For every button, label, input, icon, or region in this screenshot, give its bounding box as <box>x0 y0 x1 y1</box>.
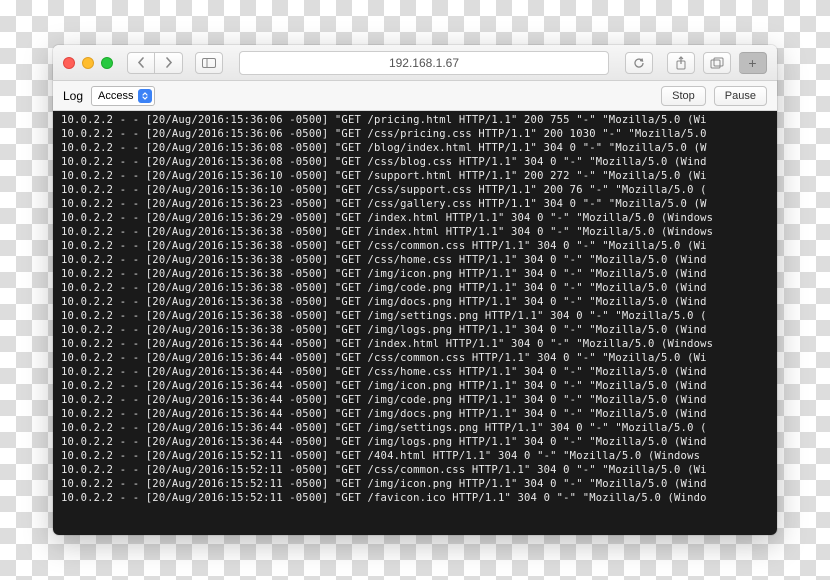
back-button[interactable] <box>127 52 155 74</box>
log-line: 10.0.2.2 - - [20/Aug/2016:15:36:44 -0500… <box>61 351 769 365</box>
pause-button[interactable]: Pause <box>714 86 767 106</box>
log-line: 10.0.2.2 - - [20/Aug/2016:15:36:38 -0500… <box>61 253 769 267</box>
log-line: 10.0.2.2 - - [20/Aug/2016:15:36:38 -0500… <box>61 309 769 323</box>
log-line: 10.0.2.2 - - [20/Aug/2016:15:52:11 -0500… <box>61 491 769 505</box>
plus-icon: + <box>748 56 756 70</box>
chevron-updown-icon <box>138 89 152 103</box>
reload-button[interactable] <box>625 52 653 74</box>
log-line: 10.0.2.2 - - [20/Aug/2016:15:52:11 -0500… <box>61 463 769 477</box>
share-button[interactable] <box>667 52 695 74</box>
log-line: 10.0.2.2 - - [20/Aug/2016:15:36:44 -0500… <box>61 435 769 449</box>
stop-button[interactable]: Stop <box>661 86 706 106</box>
log-line: 10.0.2.2 - - [20/Aug/2016:15:36:44 -0500… <box>61 379 769 393</box>
titlebar: 192.168.1.67 + <box>53 45 777 81</box>
share-icon <box>675 56 687 70</box>
new-tab-button[interactable]: + <box>739 52 767 74</box>
tabs-button[interactable] <box>703 52 731 74</box>
maximize-icon[interactable] <box>101 57 113 69</box>
log-line: 10.0.2.2 - - [20/Aug/2016:15:36:44 -0500… <box>61 365 769 379</box>
log-line: 10.0.2.2 - - [20/Aug/2016:15:36:08 -0500… <box>61 141 769 155</box>
sidebar-toggle-button[interactable] <box>195 52 223 74</box>
log-line: 10.0.2.2 - - [20/Aug/2016:15:36:10 -0500… <box>61 169 769 183</box>
tabs-icon <box>710 57 724 69</box>
address-text: 192.168.1.67 <box>389 56 459 70</box>
log-line: 10.0.2.2 - - [20/Aug/2016:15:36:38 -0500… <box>61 281 769 295</box>
log-line: 10.0.2.2 - - [20/Aug/2016:15:36:44 -0500… <box>61 407 769 421</box>
reload-icon <box>633 57 645 69</box>
log-line: 10.0.2.2 - - [20/Aug/2016:15:36:29 -0500… <box>61 211 769 225</box>
log-line: 10.0.2.2 - - [20/Aug/2016:15:36:38 -0500… <box>61 267 769 281</box>
log-line: 10.0.2.2 - - [20/Aug/2016:15:36:44 -0500… <box>61 337 769 351</box>
log-line: 10.0.2.2 - - [20/Aug/2016:15:36:38 -0500… <box>61 225 769 239</box>
log-label: Log <box>63 89 83 103</box>
log-line: 10.0.2.2 - - [20/Aug/2016:15:52:11 -0500… <box>61 477 769 491</box>
address-bar[interactable]: 192.168.1.67 <box>239 51 609 75</box>
log-line: 10.0.2.2 - - [20/Aug/2016:15:36:06 -0500… <box>61 127 769 141</box>
log-line: 10.0.2.2 - - [20/Aug/2016:15:36:38 -0500… <box>61 239 769 253</box>
log-line: 10.0.2.2 - - [20/Aug/2016:15:36:08 -0500… <box>61 155 769 169</box>
select-value: Access <box>98 90 133 102</box>
window-controls <box>63 57 113 69</box>
log-line: 10.0.2.2 - - [20/Aug/2016:15:36:44 -0500… <box>61 393 769 407</box>
log-type-select[interactable]: Access <box>91 86 154 106</box>
chevron-right-icon <box>164 57 173 68</box>
log-line: 10.0.2.2 - - [20/Aug/2016:15:36:38 -0500… <box>61 323 769 337</box>
log-line: 10.0.2.2 - - [20/Aug/2016:15:36:23 -0500… <box>61 197 769 211</box>
sidebar-icon <box>202 58 216 68</box>
log-output[interactable]: 10.0.2.2 - - [20/Aug/2016:15:36:06 -0500… <box>53 111 777 535</box>
log-line: 10.0.2.2 - - [20/Aug/2016:15:36:38 -0500… <box>61 295 769 309</box>
chevron-left-icon <box>137 57 146 68</box>
forward-button[interactable] <box>155 52 183 74</box>
minimize-icon[interactable] <box>82 57 94 69</box>
log-toolbar: Log Access Stop Pause <box>53 81 777 111</box>
close-icon[interactable] <box>63 57 75 69</box>
log-line: 10.0.2.2 - - [20/Aug/2016:15:36:44 -0500… <box>61 421 769 435</box>
nav-buttons <box>127 52 183 74</box>
log-line: 10.0.2.2 - - [20/Aug/2016:15:36:10 -0500… <box>61 183 769 197</box>
log-line: 10.0.2.2 - - [20/Aug/2016:15:52:11 -0500… <box>61 449 769 463</box>
log-line: 10.0.2.2 - - [20/Aug/2016:15:36:06 -0500… <box>61 113 769 127</box>
browser-window: 192.168.1.67 + Log Access <box>53 45 777 535</box>
